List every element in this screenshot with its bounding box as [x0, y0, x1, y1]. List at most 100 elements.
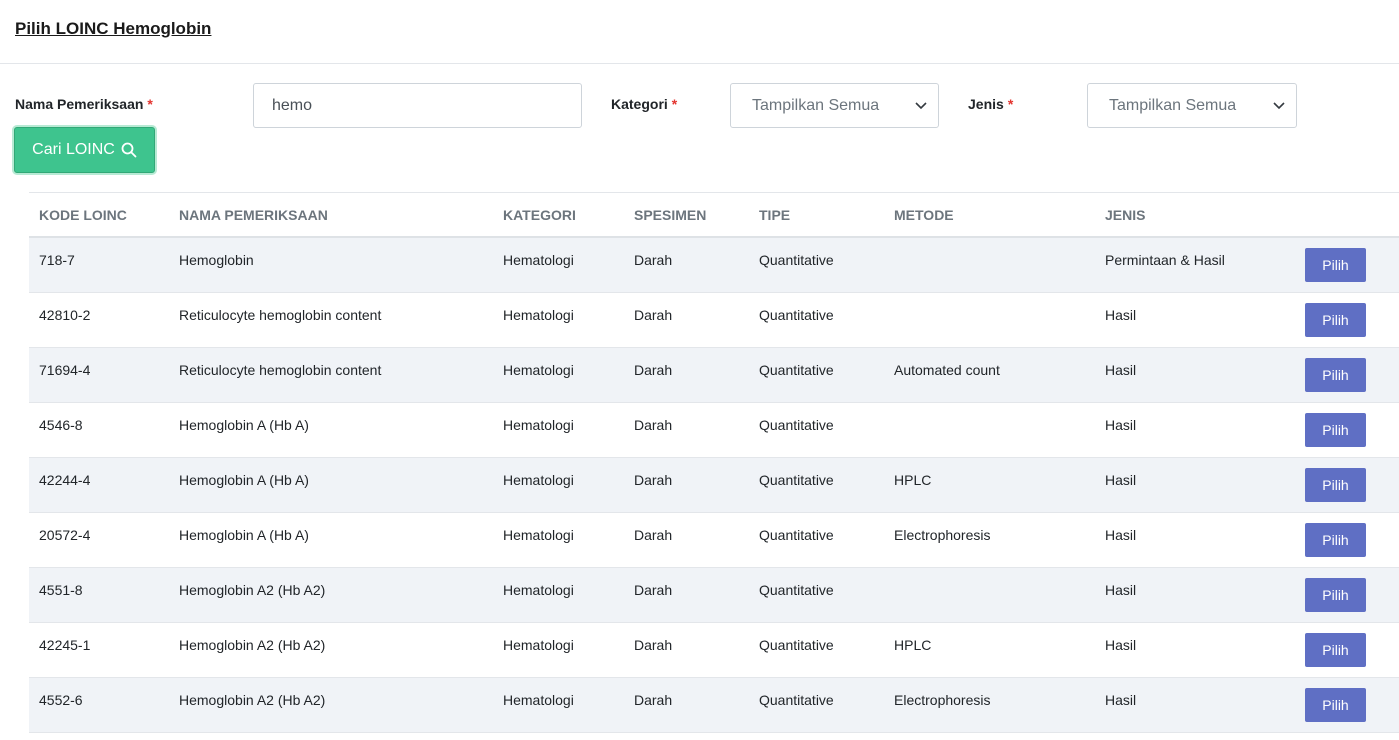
kategori-label: Kategori *: [611, 96, 677, 112]
pilih-button[interactable]: Pilih: [1305, 632, 1366, 667]
cell-jenis: Hasil: [1095, 677, 1295, 733]
pilih-button[interactable]: Pilih: [1305, 357, 1366, 392]
cell-tipe: Quantitative: [749, 512, 884, 568]
cell-tipe: Quantitative: [749, 457, 884, 513]
cell-tipe: Quantitative: [749, 567, 884, 623]
pilih-button[interactable]: Pilih: [1305, 467, 1366, 502]
cell-spesimen: Darah: [624, 237, 749, 293]
cell-spesimen: Darah: [624, 402, 749, 458]
kategori-select[interactable]: Tampilkan Semua: [730, 83, 939, 128]
cell-metode: [884, 292, 1095, 348]
pilih-button[interactable]: Pilih: [1305, 522, 1366, 557]
cell-metode: Electrophoresis: [884, 512, 1095, 568]
column-header-tipe: TIPE: [749, 193, 884, 238]
cell-action: Pilih: [1295, 567, 1399, 623]
cell-metode: [884, 567, 1095, 623]
nama-pemeriksaan-input[interactable]: hemo: [253, 83, 582, 128]
jenis-label-text: Jenis: [968, 96, 1004, 112]
cell-jenis: Hasil: [1095, 567, 1295, 623]
jenis-select[interactable]: Tampilkan Semua: [1087, 83, 1297, 128]
jenis-label: Jenis *: [968, 96, 1013, 112]
cell-kategori: Hematologi: [493, 622, 624, 678]
cell-metode: Electrophoresis: [884, 677, 1095, 733]
cell-action: Pilih: [1295, 512, 1399, 568]
table-row: 71694-4 Reticulocyte hemoglobin content …: [29, 347, 1399, 403]
cell-spesimen: Darah: [624, 622, 749, 678]
column-header-kategori: KATEGORI: [493, 193, 624, 238]
nama-pemeriksaan-label-text: Nama Pemeriksaan: [15, 96, 144, 112]
cari-loinc-button[interactable]: Cari LOINC: [14, 127, 155, 173]
pilih-button[interactable]: Pilih: [1305, 248, 1366, 282]
cell-metode: Automated count: [884, 347, 1095, 403]
column-header-jenis: JENIS: [1095, 193, 1295, 238]
chevron-down-icon: [1273, 102, 1285, 110]
table-header-row: KODE LOINC NAMA PEMERIKSAAN KATEGORI SPE…: [29, 193, 1399, 238]
column-header-kode: KODE LOINC: [29, 193, 169, 238]
cell-action: Pilih: [1295, 677, 1399, 733]
nama-pemeriksaan-label: Nama Pemeriksaan *: [15, 96, 153, 112]
cell-tipe: Quantitative: [749, 237, 884, 293]
table-row: 718-7 Hemoglobin Hematologi Darah Quanti…: [29, 237, 1399, 293]
cell-kategori: Hematologi: [493, 512, 624, 568]
cell-jenis: Hasil: [1095, 622, 1295, 678]
cell-spesimen: Darah: [624, 567, 749, 623]
cell-metode: HPLC: [884, 622, 1095, 678]
loinc-table: KODE LOINC NAMA PEMERIKSAAN KATEGORI SPE…: [29, 192, 1399, 733]
cell-tipe: Quantitative: [749, 622, 884, 678]
cari-loinc-label: Cari LOINC: [32, 141, 115, 158]
column-header-nama: NAMA PEMERIKSAAN: [169, 193, 493, 238]
cell-kategori: Hematologi: [493, 402, 624, 458]
cell-spesimen: Darah: [624, 512, 749, 568]
cell-action: Pilih: [1295, 457, 1399, 513]
cell-nama: Hemoglobin A (Hb A): [169, 512, 493, 568]
pilih-button[interactable]: Pilih: [1305, 412, 1366, 447]
cell-kode: 4552-6: [29, 677, 169, 733]
search-icon: [121, 142, 137, 158]
modal-header: Pilih LOINC Hemoglobin: [0, 0, 1399, 64]
cell-nama: Reticulocyte hemoglobin content: [169, 292, 493, 348]
cell-kode: 71694-4: [29, 347, 169, 403]
cell-kode: 20572-4: [29, 512, 169, 568]
cell-kategori: Hematologi: [493, 457, 624, 513]
page-title: Pilih LOINC Hemoglobin: [15, 19, 212, 38]
table-row: 42810-2 Reticulocyte hemoglobin content …: [29, 292, 1399, 348]
cell-action: Pilih: [1295, 622, 1399, 678]
column-header-action: [1295, 193, 1399, 238]
column-header-spesimen: SPESIMEN: [624, 193, 749, 238]
required-mark: *: [1007, 96, 1014, 112]
cell-jenis: Permintaan & Hasil: [1095, 237, 1295, 293]
pilih-button[interactable]: Pilih: [1305, 577, 1366, 612]
cell-action: Pilih: [1295, 347, 1399, 403]
cell-jenis: Hasil: [1095, 292, 1295, 348]
cell-nama: Hemoglobin: [169, 237, 493, 293]
jenis-select-value: Tampilkan Semua: [1109, 97, 1237, 114]
cell-nama: Reticulocyte hemoglobin content: [169, 347, 493, 403]
cell-metode: HPLC: [884, 457, 1095, 513]
cell-kode: 42244-4: [29, 457, 169, 513]
cell-kode: 4551-8: [29, 567, 169, 623]
cell-tipe: Quantitative: [749, 677, 884, 733]
cell-kategori: Hematologi: [493, 677, 624, 733]
required-mark: *: [671, 96, 678, 112]
required-mark: *: [147, 96, 153, 112]
pilih-button[interactable]: Pilih: [1305, 302, 1366, 337]
cell-nama: Hemoglobin A2 (Hb A2): [169, 677, 493, 733]
cell-jenis: Hasil: [1095, 347, 1295, 403]
kategori-select-value: Tampilkan Semua: [752, 97, 880, 114]
cell-spesimen: Darah: [624, 677, 749, 733]
cell-kode: 42810-2: [29, 292, 169, 348]
cell-jenis: Hasil: [1095, 457, 1295, 513]
table-row: 42244-4 Hemoglobin A (Hb A) Hematologi D…: [29, 457, 1399, 513]
cell-kode: 42245-1: [29, 622, 169, 678]
cell-nama: Hemoglobin A2 (Hb A2): [169, 567, 493, 623]
cell-tipe: Quantitative: [749, 292, 884, 348]
pilih-button[interactable]: Pilih: [1305, 687, 1366, 722]
cell-kategori: Hematologi: [493, 292, 624, 348]
cell-metode: [884, 237, 1095, 293]
cell-tipe: Quantitative: [749, 347, 884, 403]
cell-jenis: Hasil: [1095, 402, 1295, 458]
cell-nama: Hemoglobin A (Hb A): [169, 402, 493, 458]
cell-kategori: Hematologi: [493, 347, 624, 403]
table-row: 4551-8 Hemoglobin A2 (Hb A2) Hematologi …: [29, 567, 1399, 623]
cell-spesimen: Darah: [624, 347, 749, 403]
